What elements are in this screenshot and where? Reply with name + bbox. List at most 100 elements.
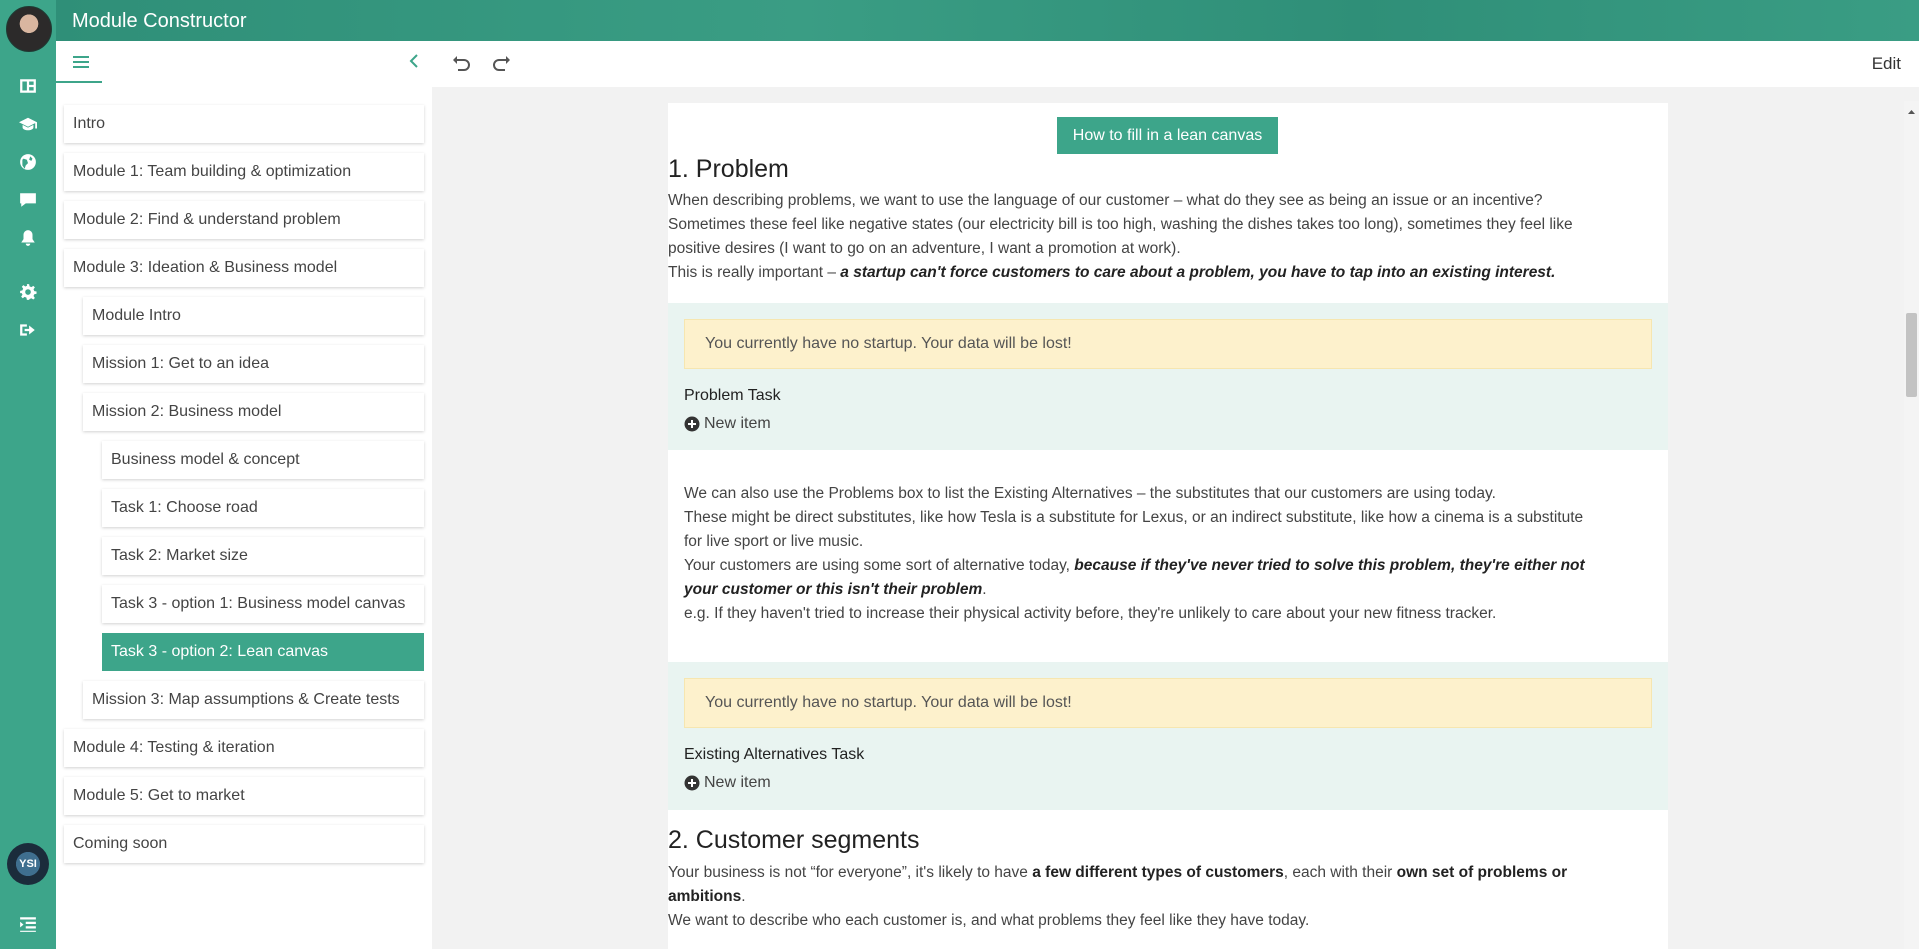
segments-line-1-c: , each with their [1283,864,1397,881]
sidebar-item-label: Task 3 - option 2: Lean canvas [111,643,329,660]
alternatives-line-5: your customer or this isn't their proble… [684,578,1654,602]
logout-icon[interactable] [16,318,40,342]
sidebar-item-module-5[interactable]: Module 5: Get to market [64,777,424,815]
sidebar-item-coming-soon[interactable]: Coming soon [64,825,424,863]
sidebar-item-module-4[interactable]: Module 4: Testing & iteration [64,729,424,767]
sidebar-item-label: Module 1: Team building & optimization [73,163,352,180]
sidebar-item-mission-3[interactable]: Mission 3: Map assumptions & Create test… [83,681,424,719]
sidebar-item-label: Module Intro [92,307,181,324]
customer-segments-heading: 2. Customer segments [668,826,920,854]
chevron-left-icon[interactable] [404,50,424,72]
module-sidebar: Intro Module 1: Team building & optimiza… [56,41,432,949]
sidebar-item-label: Coming soon [73,835,168,852]
globe-icon[interactable] [16,150,40,174]
segments-line-2-b: ambitions [668,888,742,905]
problem-line-4-emphasis: a startup can't force customers to care … [840,264,1556,281]
new-item-label: New item [704,774,771,791]
gear-icon[interactable] [16,280,40,304]
avatar[interactable] [6,6,52,52]
chat-icon[interactable] [16,188,40,212]
sidebar-item-label: Mission 1: Get to an idea [92,355,269,372]
redo-icon[interactable] [491,52,513,74]
alternatives-text: We can also use the Problems box to list… [684,482,1654,626]
sidebar-item-task-3-option-2[interactable]: Task 3 - option 2: Lean canvas [102,633,424,671]
sidebar-item-task-1[interactable]: Task 1: Choose road [102,489,424,527]
sidebar-item-mission-2[interactable]: Mission 2: Business model [83,393,424,431]
segments-line-1-d: own set of problems or [1396,864,1568,881]
org-logo: YSI [7,843,49,885]
menu-tab-underline [56,81,102,83]
problem-line-4-lead: This is really important – [668,264,841,281]
alternatives-line-3: for live sport or live music. [684,533,864,550]
undo-icon[interactable] [450,52,472,74]
content-area: How to fill in a lean canvas 1. Problem … [432,87,1919,949]
sidebar-item-label: Task 2: Market size [111,547,248,564]
scroll-up-arrow-icon[interactable] [1906,104,1917,114]
segments-line-1-b: a few different types of customers [1032,864,1284,881]
sidebar-item-label: Mission 2: Business model [92,403,282,420]
app-title: Module Constructor [72,10,247,32]
app-header: Module Constructor [56,0,1919,41]
hamburger-menu-icon[interactable] [70,51,92,73]
list-indent-icon[interactable] [16,912,40,936]
new-item-label: New item [704,415,771,432]
alternatives-line-5-emphasis: your customer or this isn't their proble… [684,581,983,598]
sidebar-item-label: Module 5: Get to market [73,787,245,804]
problem-new-item-button[interactable]: New item [684,415,771,433]
sidebar-topbar [56,41,432,83]
problem-line-2: Sometimes these feel like negative state… [668,216,1573,233]
graduation-cap-icon[interactable] [16,112,40,136]
scrollbar-thumb[interactable] [1906,313,1917,397]
alternatives-new-item-button[interactable]: New item [684,774,771,792]
plus-circle-icon [684,416,700,432]
alternatives-task-title: Existing Alternatives Task [684,746,865,763]
sidebar-item-label: Module 3: Ideation & Business model [73,259,338,276]
sidebar-item-module-intro[interactable]: Module Intro [83,297,424,335]
problem-text: When describing problems, we want to use… [668,189,1658,285]
sidebar-item-business-model-concept[interactable]: Business model & concept [102,441,424,479]
problem-heading: 1. Problem [668,155,789,183]
alternatives-line-6: e.g. If they haven't tried to increase t… [684,605,1497,622]
sidebar-item-label: Mission 3: Map assumptions & Create test… [92,691,400,708]
sidebar-item-module-3[interactable]: Module 3: Ideation & Business model [64,249,424,287]
how-to-fill-lean-canvas-button[interactable]: How to fill in a lean canvas [1057,117,1278,154]
problem-task-title: Problem Task [684,387,781,404]
alternatives-line-4: Your customers are using some sort of al… [684,554,1654,578]
problem-line-3: positive desires (I want to go on an adv… [668,240,1181,257]
customer-segments-text: Your business is not “for everyone”, it'… [668,861,1658,933]
dashboard-icon[interactable] [16,74,40,98]
alternatives-task-box: You currently have no startup. Your data… [668,662,1668,810]
lesson-page: How to fill in a lean canvas 1. Problem … [668,103,1668,949]
sidebar-item-label: Business model & concept [111,451,300,468]
sidebar-item-label: Module 4: Testing & iteration [73,739,275,756]
alternatives-line-5-tail: . [982,581,987,598]
segments-line-1-a: Your business is not “for everyone”, it'… [668,864,1033,881]
icon-rail: YSI [0,0,56,949]
edit-button[interactable]: Edit [1872,54,1901,74]
alternatives-line-1: We can also use the Problems box to list… [684,485,1496,502]
no-startup-warning: You currently have no startup. Your data… [684,319,1652,369]
alternatives-line-4-emphasis: because if they've never tried to solve … [1074,557,1585,574]
segments-line-3: We want to describe who each customer is… [668,912,1310,929]
segments-line-2: ambitions. [668,885,1658,909]
sidebar-item-module-2[interactable]: Module 2: Find & understand problem [64,201,424,239]
alternatives-line-2: These might be direct substitutes, like … [684,509,1584,526]
segments-line-1: Your business is not “for everyone”, it'… [668,861,1658,885]
no-startup-warning: You currently have no startup. Your data… [684,678,1652,728]
sidebar-item-label: Intro [73,115,106,132]
bell-icon[interactable] [16,226,40,250]
plus-circle-icon [684,775,700,791]
segments-line-2-c: . [741,888,746,905]
alternatives-text-block: We can also use the Problems box to list… [668,450,1668,662]
problem-line-4: This is really important – a startup can… [668,261,1658,285]
vertical-scrollbar[interactable] [1904,101,1919,949]
sidebar-item-mission-1[interactable]: Mission 1: Get to an idea [83,345,424,383]
sidebar-item-label: Task 3 - option 1: Business model canvas [111,595,406,612]
sidebar-item-intro[interactable]: Intro [64,105,424,143]
sidebar-item-module-1[interactable]: Module 1: Team building & optimization [64,153,424,191]
problem-task-box: You currently have no startup. Your data… [668,303,1668,450]
sidebar-item-label: Task 1: Choose road [111,499,258,516]
sidebar-item-task-3-option-1[interactable]: Task 3 - option 1: Business model canvas [102,585,424,623]
sidebar-item-task-2[interactable]: Task 2: Market size [102,537,424,575]
editor-toolbar: Edit [432,41,1919,88]
